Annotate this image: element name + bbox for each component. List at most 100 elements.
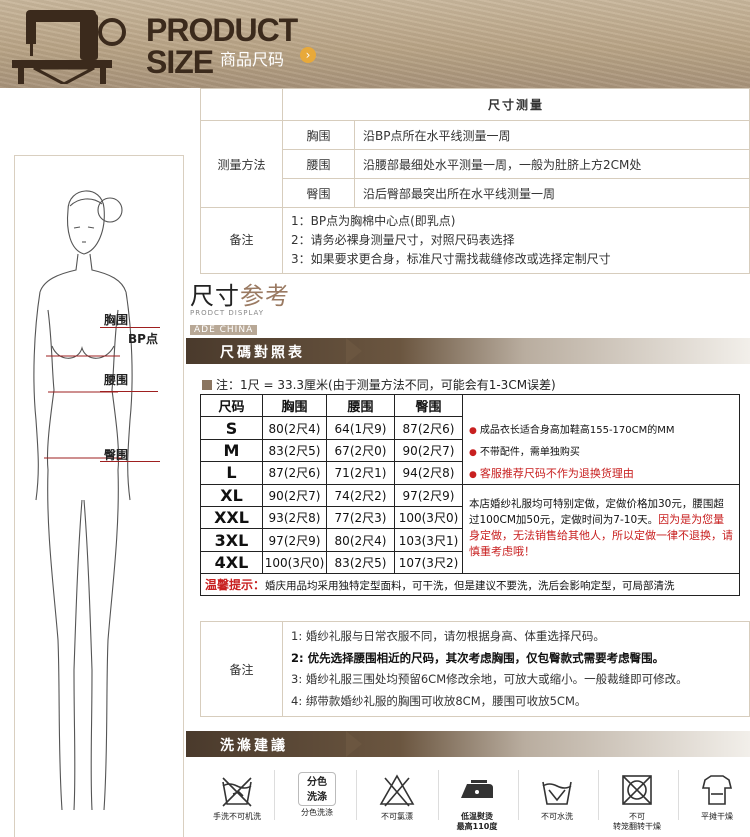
measure-method-head: 测量方法 — [200, 120, 283, 208]
no-water-wash-icon: 不可水洗 — [532, 770, 582, 822]
wash-tag-text: 分色 洗涤 — [307, 777, 327, 803]
wash-caption: 不可氯漂 — [381, 812, 413, 821]
waist-cell: 77(2尺3) — [326, 505, 395, 530]
sewing-machine-icon — [12, 10, 126, 84]
size-cell: 4XL — [200, 550, 263, 575]
figure-label-chest: 胸围 — [104, 313, 129, 327]
size-chart-table: 尺码 胸围 腰围 臀围 S 80(2尺4) 64(1尺9) 87(2尺6) ● 成… — [200, 393, 740, 597]
chest-cell: 83(2尺5) — [262, 438, 327, 463]
waist-cell: 80(2尺4) — [326, 528, 395, 552]
no-bleach-icon: 不可氯漂 — [372, 770, 422, 822]
notes-body: 1: 婚纱礼服与日常衣服不同，请勿根据身高、体重选择尺码。 2: 优先选择腰围相… — [282, 620, 750, 718]
chest-cell: 87(2尺6) — [262, 461, 327, 485]
banner-arrow — [346, 731, 362, 757]
chest-line — [100, 327, 160, 328]
measure-row-desc: 沿腰部最细处水平测量一周，一般为肚脐上方2CM处 — [354, 149, 750, 179]
note-item: 1: 婚纱礼服与日常衣服不同，请勿根据身高、体重选择尺码。 — [291, 629, 605, 643]
warm-tip-row: 温馨提示：婚庆用品均采用独特定型面料，可干洗，但是建议不要洗，洗后会影响定型，可… — [200, 573, 740, 597]
side-note-text: 成品衣长适合身高加鞋高155-170CM的MM — [479, 424, 675, 436]
chevron-right-icon: › — [300, 47, 316, 63]
flat-dry-icon: 平摊干燥 — [692, 770, 742, 822]
chest-cell: 100(3尺0) — [262, 550, 327, 575]
low-iron-icon: 低温熨烫 最高110度 — [452, 770, 502, 832]
hip-cell: 90(2尺7) — [394, 438, 463, 463]
table-row: M 83(2尺5) 67(2尺0) 90(2尺7) ● 不带配件，需单独购买 — [200, 438, 740, 463]
measure-note-item: 2：请务必裸身测量尺寸，对照尺码表选择 — [291, 233, 515, 247]
chest-cell: 97(2尺9) — [262, 528, 327, 552]
wash-icons-row: 手洗不可机洗 分色 洗涤 分色洗涤 不可氯漂 低温熨烫 最高110度 不可水洗 不可… — [212, 770, 750, 832]
measure-notes: 1：BP点为胸棉中心点(即乳点) 2：请务必裸身测量尺寸，对照尺码表选择 3：如… — [282, 207, 750, 274]
measure-row-name: 胸围 — [282, 120, 355, 150]
size-cell: 3XL — [200, 528, 263, 552]
measure-row-desc: 沿后臀部最突出所在水平线测量一周 — [354, 178, 750, 208]
note-item: 3: 婚纱礼服三围处均预留6CM修改余地，可放大或缩小。一般裁缝即可修改。 — [291, 672, 688, 687]
warm-tip-key: 温馨提示： — [205, 578, 266, 593]
side-note-text: 不带配件，需单独购买 — [479, 446, 580, 458]
size-note-text: 注：1尺 = 33.3厘米(由于测量方法不同，可能会有1-3CM误差) — [216, 378, 556, 392]
hip-cell: 107(3尺2) — [394, 550, 463, 575]
bullet-icon: ● — [469, 425, 477, 436]
wash-caption: 低温熨烫 最高110度 — [456, 812, 498, 831]
notes-table: 备注 1: 婚纱礼服与日常衣服不同，请勿根据身高、体重选择尺码。 2: 优先选择… — [200, 620, 750, 718]
measure-note-item: 3：如果要求更合身，标准尺寸需找裁缝修改或选择定制尺寸 — [291, 252, 611, 266]
banner-subtitle-cn: 商品尺码 — [220, 50, 285, 69]
hip-line — [100, 461, 160, 462]
size-note: 注：1尺 = 33.3厘米(由于测量方法不同，可能会有1-3CM误差) — [202, 376, 556, 393]
size-header: 腰围 — [326, 393, 395, 418]
measure-row-desc: 沿BP点所在水平线测量一周 — [354, 120, 750, 150]
size-cell: L — [200, 461, 263, 485]
chest-cell: 90(2尺7) — [262, 483, 327, 507]
warm-tip-text: 婚庆用品均采用独特定型面料，可干洗，但是建议不要洗，洗后会影响定型，可局部清洗 — [265, 580, 675, 593]
wash-banner-label: 洗滌建議 — [220, 738, 288, 754]
side-note: ● 客服推荐尺码不作为退换货理由 — [462, 461, 740, 485]
side-note: ● 成品衣长适合身高加鞋高155-170CM的MM — [462, 416, 740, 440]
size-reference-logo: 尺寸参考 PRODCT DISPLAY ADE CHINA — [190, 276, 290, 336]
note-item: 2: 优先选择腰围相近的尺码，其次考虑胸围，仅包臀款式需要考虑臀围。 — [291, 650, 665, 665]
measure-note-item: 1：BP点为胸棉中心点(即乳点) — [291, 214, 456, 228]
size-cell: M — [200, 438, 263, 463]
ref-logo-sub2: ADE CHINA — [190, 325, 258, 335]
chest-cell: 93(2尺8) — [262, 505, 327, 530]
banner-title-line2: SIZE — [146, 44, 214, 80]
wash-caption: 手洗不可机洗 — [213, 812, 261, 821]
side-note: ● 不带配件，需单独购买 — [462, 439, 740, 462]
waist-cell: 74(2尺2) — [326, 483, 395, 507]
measure-note-head: 备注 — [200, 207, 283, 274]
size-chart-banner: 尺碼對照表 — [186, 338, 750, 364]
ref-logo-main-b: 参考 — [240, 282, 290, 310]
size-header: 臀围 — [394, 393, 463, 418]
waist-line — [100, 391, 158, 392]
hip-cell: 94(2尺8) — [394, 461, 463, 485]
size-cell: XL — [200, 483, 263, 507]
wash-caption: 不可水洗 — [541, 812, 573, 821]
header-banner: PRODUCT SIZE 商品尺码 › — [0, 0, 750, 88]
side-note-text: 客服推荐尺码不作为退换货理由 — [479, 466, 634, 480]
figure-label-bp: BP点 — [128, 332, 158, 346]
bullet-icon: ● — [469, 447, 477, 458]
hip-cell: 100(3尺0) — [394, 505, 463, 530]
banner-title-line1: PRODUCT — [146, 12, 298, 48]
size-header: 胸围 — [262, 393, 327, 418]
size-chart-banner-label: 尺碼對照表 — [220, 345, 305, 361]
waist-cell: 83(2尺5) — [326, 550, 395, 575]
wash-caption: 平摊干燥 — [701, 812, 733, 821]
square-bullet-icon — [202, 380, 212, 390]
measure-row-name: 腰围 — [282, 149, 355, 179]
no-tumble-dry-icon: 不可 转笼翻转干燥 — [612, 770, 662, 832]
waist-cell: 64(1尺9) — [326, 416, 395, 440]
chest-cell: 80(2尺4) — [262, 416, 327, 440]
hip-cell: 87(2尺6) — [394, 416, 463, 440]
notes-head: 备注 — [200, 620, 283, 718]
table-row: XL 90(2尺7) 74(2尺2) 97(2尺9) 本店婚纱礼服均可特别定做，… — [200, 483, 740, 575]
size-cell: S — [200, 416, 263, 440]
size-cell: XXL — [200, 505, 263, 530]
ref-logo-main-a: 尺寸 — [190, 282, 240, 310]
table-row: L 87(2尺6) 71(2尺1) 94(2尺8) ● 客服推荐尺码不作为退换货理… — [200, 461, 740, 485]
bullet-icon: ● — [469, 469, 477, 480]
waist-cell: 67(2尺0) — [326, 438, 395, 463]
figure-label-waist: 腰围 — [104, 373, 129, 387]
measure-title: 尺寸测量 — [282, 88, 750, 121]
note-item: 4: 绑带款婚纱礼服的胸围可收放8CM，腰围可收放5CM。 — [291, 693, 587, 708]
wash-caption: 不可 转笼翻转干燥 — [613, 812, 661, 831]
measure-row-name: 臀围 — [282, 178, 355, 208]
